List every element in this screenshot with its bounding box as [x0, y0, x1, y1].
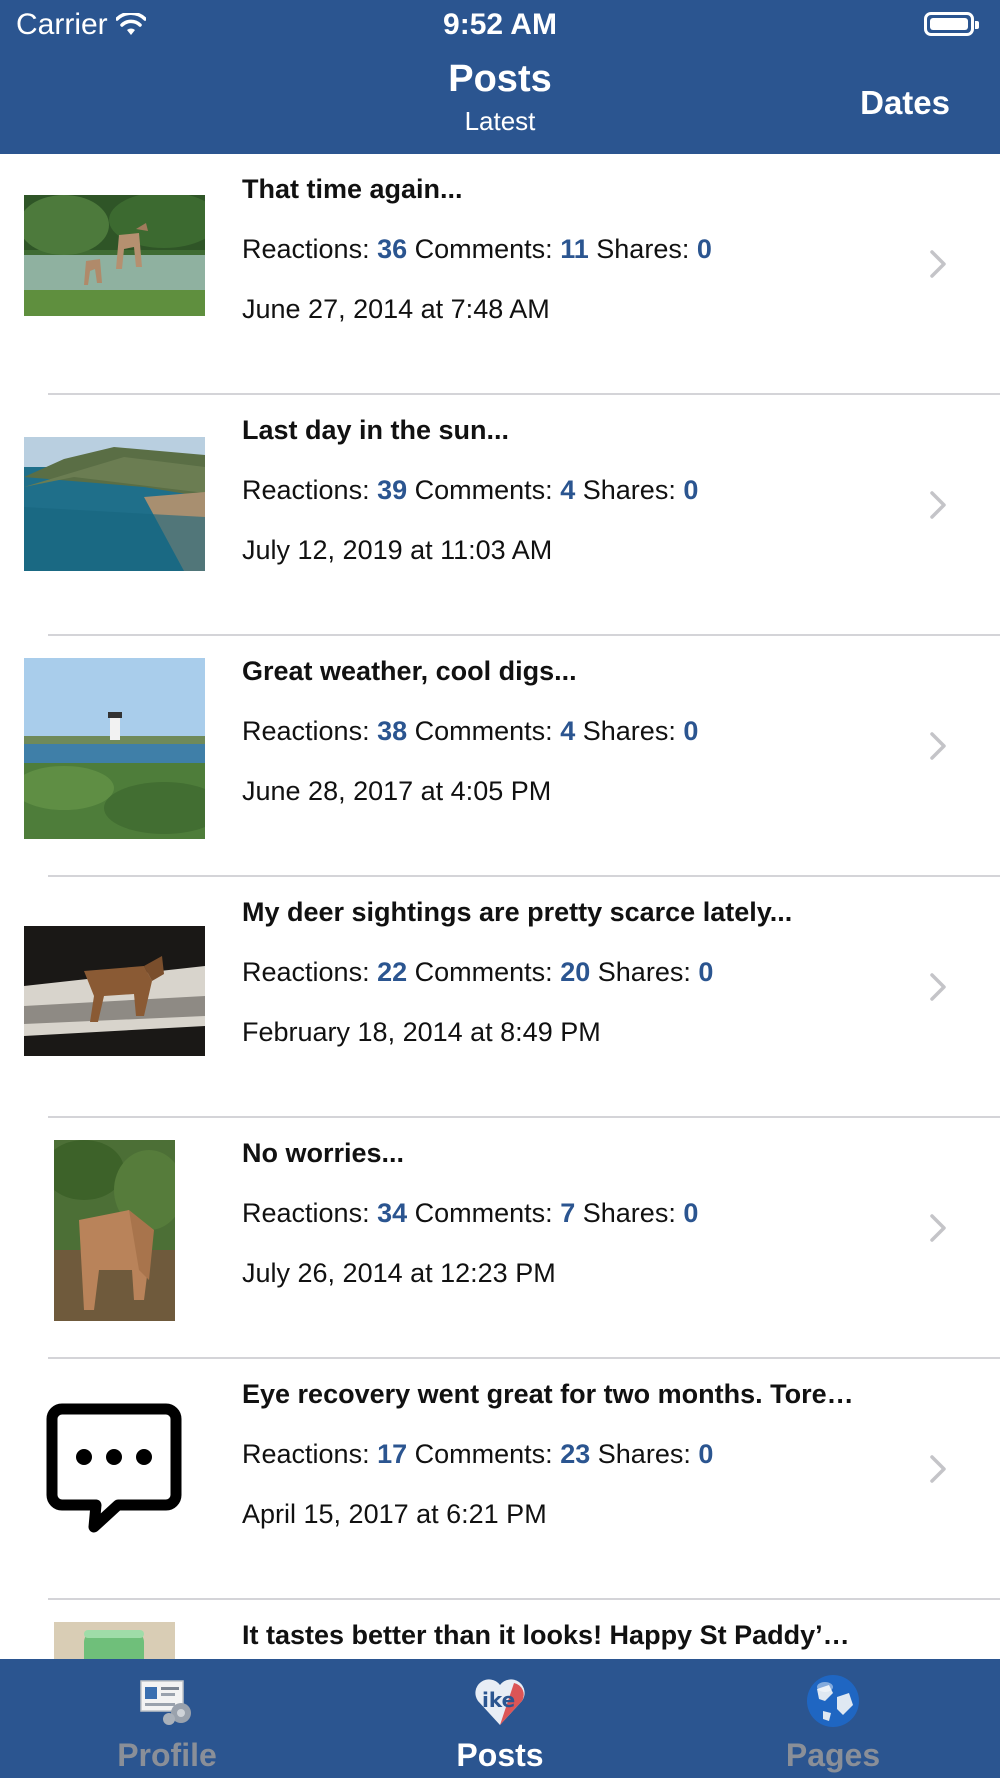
shares-count: 0: [683, 716, 699, 746]
reactions-count: 39: [377, 475, 408, 505]
tab-pages-label: Pages: [785, 1737, 881, 1773]
chevron-right-icon: [930, 1455, 946, 1483]
post-row[interactable]: Last day in the sun... Reactions: 39 Com…: [0, 395, 1000, 636]
tab-pages[interactable]: Pages: [666, 1659, 1000, 1778]
comments-count: 20: [560, 957, 591, 987]
post-stats: Reactions: 22 Comments: 20 Shares: 0: [242, 957, 714, 987]
chat-bubble-icon: [44, 1399, 184, 1539]
chevron-right-icon: [930, 1214, 946, 1242]
reactions-count: 36: [377, 234, 408, 264]
post-title: That time again...: [242, 174, 463, 204]
page-subtitle: Latest: [464, 106, 536, 136]
post-date: June 28, 2017 at 4:05 PM: [242, 776, 552, 806]
post-thumbnail-coyote: [24, 926, 205, 1056]
posts-list[interactable]: That time again... Reactions: 36 Comment…: [0, 154, 1000, 1659]
chevron-right-icon: [930, 973, 946, 1001]
shares-count: 0: [683, 475, 699, 505]
like-heart-icon: ike: [475, 1679, 525, 1725]
post-date: June 27, 2014 at 7:48 AM: [242, 294, 550, 324]
post-date: July 12, 2019 at 11:03 AM: [242, 535, 553, 565]
comments-count: 7: [560, 1198, 576, 1228]
chevron-right-icon: [930, 491, 946, 519]
post-thumbnail-drink: [54, 1622, 175, 1659]
globe-icon: [807, 1675, 859, 1727]
post-row[interactable]: Great weather, cool digs... Reactions: 3…: [0, 636, 1000, 877]
post-row[interactable]: That time again... Reactions: 36 Comment…: [0, 154, 1000, 395]
post-row[interactable]: My deer sightings are pretty scarce late…: [0, 877, 1000, 1118]
shares-count: 0: [698, 1439, 714, 1469]
battery-icon: [924, 12, 979, 36]
post-title: My deer sightings are pretty scarce late…: [242, 897, 793, 927]
post-title: Last day in the sun...: [242, 415, 510, 445]
reactions-count: 38: [377, 716, 408, 746]
chevron-right-icon: [930, 732, 946, 760]
post-stats: Reactions: 17 Comments: 23 Shares: 0: [242, 1439, 714, 1469]
profile-card-icon: [140, 1680, 191, 1725]
tab-bar: Profile ike Posts Pages: [0, 1659, 1000, 1778]
navigation-bar: Carrier 9:52 AM Posts Latest Dates: [0, 0, 1000, 154]
status-time: 9:52 AM: [443, 8, 557, 41]
post-title: Eye recovery went great for two months. …: [242, 1379, 854, 1409]
shares-count: 0: [696, 234, 712, 264]
shares-count: 0: [683, 1198, 699, 1228]
post-row[interactable]: It tastes better than it looks! Happy St…: [0, 1600, 1000, 1659]
reactions-count: 34: [377, 1198, 408, 1228]
comments-count: 4: [560, 716, 576, 746]
dates-button[interactable]: Dates: [860, 84, 950, 122]
reactions-count: 22: [377, 957, 408, 987]
post-stats: Reactions: 38 Comments: 4 Shares: 0: [242, 716, 699, 746]
post-title: No worries...: [242, 1138, 405, 1168]
chevron-right-icon: [930, 250, 946, 278]
post-date: April 15, 2017 at 6:21 PM: [242, 1499, 547, 1529]
shares-count: 0: [698, 957, 714, 987]
reactions-count: 17: [377, 1439, 408, 1469]
post-thumbnail-lighthouse: [24, 658, 205, 839]
comments-count: 11: [560, 234, 589, 264]
tab-posts[interactable]: ike Posts: [333, 1659, 667, 1778]
svg-text:ike: ike: [482, 1688, 515, 1712]
post-date: July 26, 2014 at 12:23 PM: [242, 1258, 556, 1288]
post-row[interactable]: Eye recovery went great for two months. …: [0, 1359, 1000, 1600]
post-stats: Reactions: 34 Comments: 7 Shares: 0: [242, 1198, 699, 1228]
post-row[interactable]: No worries... Reactions: 34 Comments: 7 …: [0, 1118, 1000, 1359]
post-title: Great weather, cool digs...: [242, 656, 577, 686]
comments-count: 23: [560, 1439, 591, 1469]
tab-posts-label: Posts: [456, 1737, 544, 1773]
post-thumbnail-beach: [24, 437, 205, 571]
post-thumbnail-deer: [24, 195, 205, 316]
post-stats: Reactions: 36 Comments: 11 Shares: 0: [242, 234, 712, 264]
post-title: It tastes better than it looks! Happy St…: [242, 1620, 850, 1650]
post-stats: Reactions: 39 Comments: 4 Shares: 0: [242, 475, 699, 505]
page-title: Posts: [448, 58, 552, 100]
post-date: February 18, 2014 at 8:49 PM: [242, 1017, 601, 1047]
post-thumbnail-fawn: [54, 1140, 175, 1321]
tab-profile-label: Profile: [117, 1737, 217, 1773]
comments-count: 4: [560, 475, 576, 505]
tab-profile[interactable]: Profile: [0, 1659, 334, 1778]
